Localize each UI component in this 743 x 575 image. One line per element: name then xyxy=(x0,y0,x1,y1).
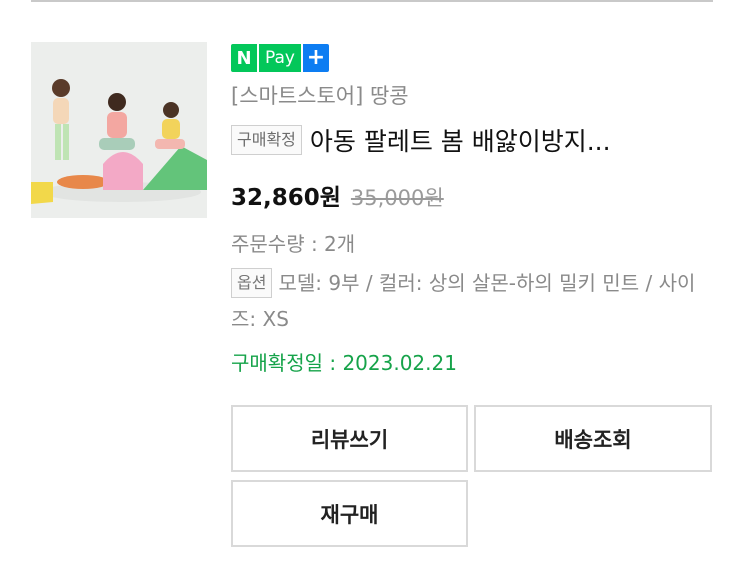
store-name[interactable]: [스마트스토어] 땅콩 xyxy=(231,80,409,110)
naver-n-icon: N xyxy=(231,44,257,72)
sale-price: 32,860원 xyxy=(231,185,341,211)
repurchase-button[interactable]: 재구매 xyxy=(231,480,468,547)
track-delivery-button[interactable]: 배송조회 xyxy=(474,405,712,472)
order-options: 옵션 모델: 9부 / 컬러: 상의 살몬-하의 밀키 민트 / 사이즈: XS xyxy=(231,265,701,337)
purchase-confirmed-badge: 구매확정 xyxy=(231,125,302,155)
option-badge: 옵션 xyxy=(231,268,273,298)
price-row: 32,860원 35,000원 xyxy=(231,178,444,212)
product-thumbnail[interactable] xyxy=(31,42,207,218)
write-review-button[interactable]: 리뷰쓰기 xyxy=(231,405,468,472)
order-quantity: 주문수량 : 2개 xyxy=(231,232,356,256)
top-divider xyxy=(31,0,713,2)
option-text: 모델: 9부 / 컬러: 상의 살몬-하의 밀키 민트 / 사이즈: XS xyxy=(231,271,696,331)
product-title[interactable]: 아동 팔레트 봄 배앓이방지... xyxy=(310,122,611,158)
product-photo-illustration xyxy=(31,42,207,218)
pay-label: Pay xyxy=(257,44,301,72)
plus-icon: + xyxy=(302,44,329,72)
naver-pay-plus-badge: N Pay + xyxy=(231,44,329,72)
original-price: 35,000원 xyxy=(350,186,444,210)
purchase-confirm-date: 구매확정일 : 2023.02.21 xyxy=(231,351,457,375)
product-title-row[interactable]: 구매확정 아동 팔레트 봄 배앓이방지... xyxy=(231,122,611,158)
